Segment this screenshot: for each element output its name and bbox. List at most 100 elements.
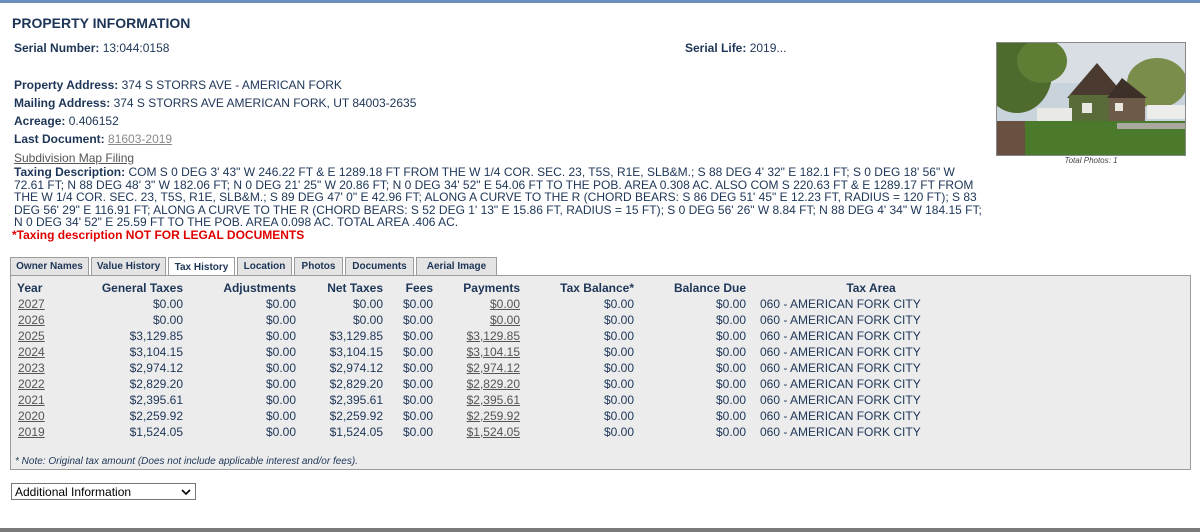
tax-history-panel: Year General Taxes Adjustments Net Taxes… <box>10 275 1191 470</box>
tax-area-cell: 060 - AMERICAN FORK CITY <box>760 313 921 327</box>
net-taxes-cell: $3,129.85 <box>329 329 383 343</box>
table-row: 2023 $2,974.12 $0.00 $2,974.12 $0.00 $2,974.1… <box>13 360 996 376</box>
fees-cell: $0.00 <box>402 329 433 343</box>
cell-general-taxes: $3,129.85 <box>55 328 183 344</box>
cell-adjustments: $0.00 <box>183 376 296 392</box>
balance-due-cell: $0.00 <box>715 377 746 391</box>
payments-link[interactable]: $2,974.12 <box>467 361 520 375</box>
cell-tax-area: 060 - AMERICAN FORK CITY <box>746 296 996 312</box>
payments-link[interactable]: $2,259.92 <box>467 409 520 423</box>
year-link[interactable]: 2021 <box>18 393 45 407</box>
table-row: 2024 $3,104.15 $0.00 $3,104.15 $0.00 $3,104.1… <box>13 344 996 360</box>
adjustments-cell: $0.00 <box>265 409 296 423</box>
payments-link[interactable]: $3,104.15 <box>467 345 520 359</box>
cell-tax-area: 060 - AMERICAN FORK CITY <box>746 360 996 376</box>
net-taxes-cell: $3,104.15 <box>329 345 383 359</box>
cell-fees: $0.00 <box>383 376 433 392</box>
cell-tax-area: 060 - AMERICAN FORK CITY <box>746 392 996 408</box>
tax-balance-cell: $0.00 <box>603 425 634 439</box>
cell-adjustments: $0.00 <box>183 392 296 408</box>
cell-fees: $0.00 <box>383 296 433 312</box>
net-taxes-cell: $2,829.20 <box>329 377 383 391</box>
cell-fees: $0.00 <box>383 328 433 344</box>
col-header-adjustments: Adjustments <box>223 281 296 295</box>
cell-tax-balance: $0.00 <box>520 296 634 312</box>
tax-balance-cell: $0.00 <box>603 409 634 423</box>
cell-payments: $2,974.12 <box>433 360 520 376</box>
cell-general-taxes: $3,104.15 <box>55 344 183 360</box>
tab-aerial-image[interactable]: Aerial Image <box>416 257 497 275</box>
cell-year: 2026 <box>13 312 55 328</box>
cell-net-taxes: $3,129.85 <box>296 328 383 344</box>
payments-link[interactable]: $2,395.61 <box>467 393 520 407</box>
year-link[interactable]: 2024 <box>18 345 45 359</box>
cell-net-taxes: $2,259.92 <box>296 408 383 424</box>
property-photo[interactable] <box>996 42 1186 156</box>
tax-area-cell: 060 - AMERICAN FORK CITY <box>760 345 921 359</box>
col-header-net-taxes: Net Taxes <box>327 281 383 295</box>
property-address-label: Property Address: <box>14 78 119 92</box>
general-taxes-cell: $2,395.61 <box>129 393 183 407</box>
tax-area-cell: 060 - AMERICAN FORK CITY <box>760 361 921 375</box>
year-link[interactable]: 2019 <box>18 425 45 439</box>
table-row: 2027 $0.00 $0.00 $0.00 $0.00 $0.00 $0.00 $0.00 0… <box>13 296 996 312</box>
cell-year: 2027 <box>13 296 55 312</box>
year-link[interactable]: 2026 <box>18 313 45 327</box>
balance-due-cell: $0.00 <box>715 361 746 375</box>
cell-tax-area: 060 - AMERICAN FORK CITY <box>746 312 996 328</box>
cell-tax-balance: $0.00 <box>520 424 634 440</box>
net-taxes-cell: $2,259.92 <box>329 409 383 423</box>
year-link[interactable]: 2023 <box>18 361 45 375</box>
cell-balance-due: $0.00 <box>634 328 746 344</box>
tax-balance-cell: $0.00 <box>603 361 634 375</box>
tab-owner-names[interactable]: Owner Names <box>10 257 89 275</box>
col-header-balance-due: Balance Due <box>673 281 746 295</box>
mailing-address-value: 374 S STORRS AVE AMERICAN FORK, UT 84003… <box>113 96 417 110</box>
balance-due-cell: $0.00 <box>715 345 746 359</box>
tab-tax-history[interactable]: Tax History <box>168 257 235 276</box>
cell-net-taxes: $2,395.61 <box>296 392 383 408</box>
year-link[interactable]: 2020 <box>18 409 45 423</box>
payments-link[interactable]: $1,524.05 <box>467 425 520 439</box>
fees-cell: $0.00 <box>402 313 433 327</box>
general-taxes-cell: $3,104.15 <box>129 345 183 359</box>
cell-general-taxes: $0.00 <box>55 296 183 312</box>
tax-balance-cell: $0.00 <box>603 329 634 343</box>
additional-information-select[interactable]: Additional Information <box>11 483 196 500</box>
year-link[interactable]: 2022 <box>18 377 45 391</box>
property-address-row: Property Address: 374 S STORRS AVE - AME… <box>14 78 342 92</box>
tab-documents[interactable]: Documents <box>345 257 414 275</box>
cell-year: 2023 <box>13 360 55 376</box>
serial-life-value: 2019... <box>749 41 787 55</box>
payments-link[interactable]: $3,129.85 <box>467 329 520 343</box>
fees-cell: $0.00 <box>402 361 433 375</box>
year-link[interactable]: 2027 <box>18 297 45 311</box>
fees-cell: $0.00 <box>402 345 433 359</box>
cell-fees: $0.00 <box>383 424 433 440</box>
subdivision-map-link[interactable]: Subdivision Map Filing <box>14 151 134 165</box>
cell-year: 2019 <box>13 424 55 440</box>
mailing-address-row: Mailing Address: 374 S STORRS AVE AMERIC… <box>14 96 416 110</box>
last-document-label: Last Document: <box>14 132 105 146</box>
cell-tax-area: 060 - AMERICAN FORK CITY <box>746 328 996 344</box>
tab-value-history[interactable]: Value History <box>91 257 166 275</box>
payments-link[interactable]: $0.00 <box>490 297 520 311</box>
additional-information-selected: Additional Information <box>15 484 132 499</box>
cell-tax-balance: $0.00 <box>520 312 634 328</box>
tab-photos[interactable]: Photos <box>294 257 343 275</box>
payments-link[interactable]: $2,829.20 <box>467 377 520 391</box>
cell-year: 2025 <box>13 328 55 344</box>
house-photo-illustration <box>997 43 1185 155</box>
serial-life-row: Serial Life: 2019... <box>685 41 786 55</box>
general-taxes-cell: $2,974.12 <box>129 361 183 375</box>
cell-net-taxes: $2,829.20 <box>296 376 383 392</box>
last-document-link[interactable]: 81603-2019 <box>108 132 172 146</box>
tax-area-cell: 060 - AMERICAN FORK CITY <box>760 425 921 439</box>
payments-link[interactable]: $0.00 <box>490 313 520 327</box>
year-link[interactable]: 2025 <box>18 329 45 343</box>
subdivision-row: Subdivision Map Filing <box>14 151 134 165</box>
cell-tax-balance: $0.00 <box>520 360 634 376</box>
tax-area-cell: 060 - AMERICAN FORK CITY <box>760 409 921 423</box>
general-taxes-cell: $2,259.92 <box>129 409 183 423</box>
tab-location[interactable]: Location <box>237 257 292 275</box>
